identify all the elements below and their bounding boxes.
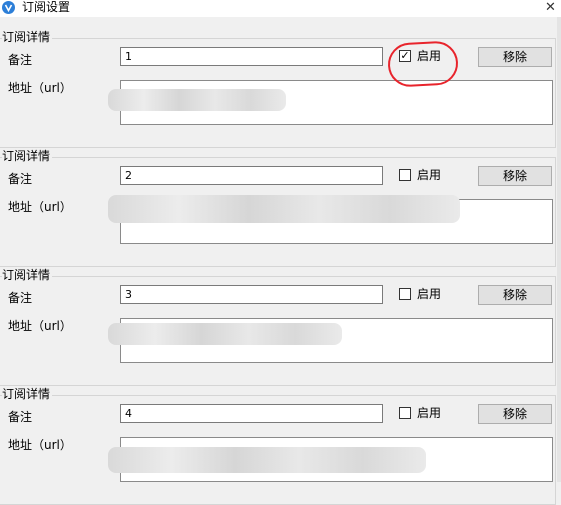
subscription-group-4: 订阅详情 备注 4 启用 移除 地址（url） [0,387,557,505]
subscription-group-1: 订阅详情 备注 1 ✓ 启用 移除 地址（url） [0,30,557,148]
app-icon [2,1,15,14]
enable-label: 启用 [417,287,442,301]
subscription-group-2: 订阅详情 备注 2 启用 移除 地址（url） [0,149,557,267]
url-label: 地址（url） [8,81,72,95]
url-label: 地址（url） [8,319,72,333]
remove-button[interactable]: 移除 [478,285,552,305]
redacted-url [108,323,342,345]
subscription-group-3: 订阅详情 备注 3 启用 移除 地址（url） [0,268,557,386]
redacted-url [108,195,460,223]
remove-button[interactable]: 移除 [478,166,552,186]
url-label: 地址（url） [8,438,72,452]
scrollbar[interactable] [557,17,561,482]
enable-label: 启用 [417,406,442,420]
enable-label: 启用 [417,168,442,182]
remove-button[interactable]: 移除 [478,47,552,67]
note-input[interactable]: 3 [120,285,383,304]
note-input[interactable]: 2 [120,166,383,185]
remove-button[interactable]: 移除 [478,404,552,424]
checkbox-box[interactable] [399,407,411,419]
group-title: 订阅详情 [2,149,53,164]
note-label: 备注 [8,53,33,67]
annotation-highlight [386,40,460,88]
window-title: 订阅设置 [22,0,71,14]
group-title: 订阅详情 [2,387,53,402]
group-title: 订阅详情 [2,268,53,283]
redacted-url [108,89,286,111]
group-title: 订阅详情 [2,30,53,45]
redacted-url [108,447,426,473]
note-input[interactable]: 1 [120,47,383,66]
checkbox-box[interactable] [399,288,411,300]
note-label: 备注 [8,291,33,305]
title-bar: 订阅设置 ✕ [0,0,561,17]
checkbox-box[interactable] [399,169,411,181]
close-button[interactable]: ✕ [540,0,561,16]
note-label: 备注 [8,172,33,186]
url-label: 地址（url） [8,200,72,214]
note-label: 备注 [8,410,33,424]
note-input[interactable]: 4 [120,404,383,423]
